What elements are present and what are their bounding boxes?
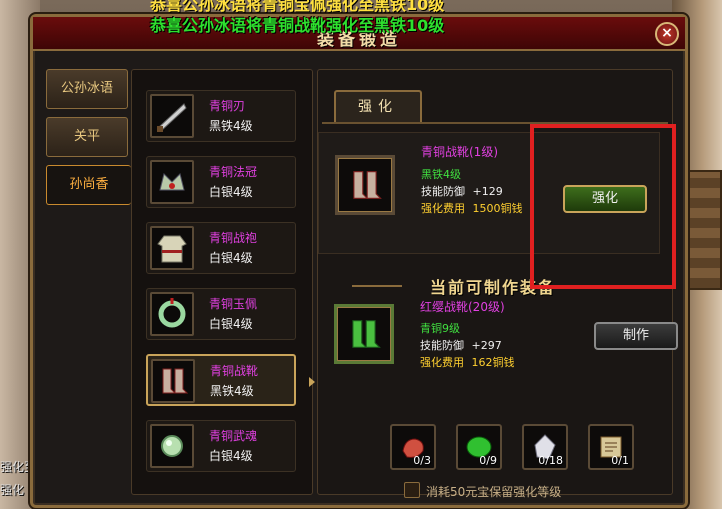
current-equipment-grade: 黑铁4级 [421, 168, 461, 181]
current-equipment-name: 青铜战靴(1级) [421, 145, 498, 159]
character-tab-2[interactable]: 关平 [46, 117, 128, 157]
close-button[interactable]: × [655, 22, 679, 46]
tab-divider [322, 122, 668, 124]
character-tab-1[interactable]: 公孙冰语 [46, 69, 128, 109]
green-boots-icon [334, 304, 394, 364]
blade-icon [150, 94, 194, 138]
craft-button[interactable]: 制作 [594, 322, 678, 350]
selection-arrow [309, 377, 315, 387]
crown-icon [150, 160, 194, 204]
item-name: 青铜刃 [209, 99, 246, 113]
item-name: 青铜法冠 [209, 165, 258, 179]
current-cost: 强化费用 1500铜钱 [421, 200, 523, 216]
item-name: 青铜战袍 [209, 231, 258, 245]
stat-value: +297 [471, 339, 502, 352]
cost-label: 强化费用 [420, 356, 464, 369]
crystal-icon[interactable]: 0/18 [522, 424, 568, 470]
equipment-list: 青铜刃 黑铁4级 青铜法冠 白银4级 青铜战袍 白银4级 青铜玉佩 白银4级 青… [131, 69, 313, 495]
jade-pendant-icon [150, 292, 194, 336]
announcement-banner: 恭喜公孙冰语将青铜战靴强化至黑铁10级 [150, 16, 445, 35]
stat-label: 技能防御 [420, 339, 464, 352]
cost-value: 1500铜钱 [472, 202, 523, 215]
item-grade: 黑铁4级 [210, 384, 254, 398]
strengthen-button[interactable]: 强化 [563, 185, 647, 213]
preserve-level-checkbox[interactable] [404, 482, 420, 498]
material-count: 0/9 [479, 454, 497, 467]
material-count: 0/1 [611, 454, 629, 467]
forge-window: 装备锻造 × 公孙冰语 关平 孙尚香 青铜刃 黑铁4级 青铜法冠 白银4级 青铜… [30, 14, 688, 508]
scroll-icon[interactable]: 0/1 [588, 424, 634, 470]
preserve-level-label: 消耗50元宝保留强化等级 [426, 485, 562, 499]
cost-value: 162铜钱 [471, 356, 515, 369]
item-name: 青铜武魂 [209, 429, 258, 443]
material-count: 0/18 [538, 454, 563, 467]
craftable-cost: 强化费用 162铜钱 [420, 354, 515, 370]
boots-icon [151, 359, 195, 403]
item-grade: 白银4级 [209, 449, 253, 463]
robe-icon [150, 226, 194, 270]
forge-panel: 强化 青铜战靴(1级) 黑铁4级 技能防御 +129 强化费用 1500铜钱 强… [317, 69, 678, 499]
equipment-item[interactable]: 青铜刃 黑铁4级 [146, 90, 296, 142]
item-grade: 白银4级 [209, 317, 253, 331]
current-equipment-box: 青铜战靴(1级) 黑铁4级 技能防御 +129 强化费用 1500铜钱 强化 [318, 132, 660, 254]
red-ore-icon[interactable]: 0/3 [390, 424, 436, 470]
item-grade: 白银4级 [209, 185, 253, 199]
current-stat: 技能防御 +129 [421, 183, 503, 199]
craftable-grade: 青铜9级 [420, 322, 460, 335]
character-tab-3[interactable]: 孙尚香 [46, 165, 131, 205]
cost-label: 强化费用 [421, 202, 465, 215]
equipment-item[interactable]: 青铜武魂 白银4级 [146, 420, 296, 472]
stat-value: +129 [472, 185, 503, 198]
equipment-item[interactable]: 青铜法冠 白银4级 [146, 156, 296, 208]
orb-icon [150, 424, 194, 468]
craftable-stat: 技能防御 +297 [420, 337, 502, 353]
equipment-item[interactable]: 青铜战袍 白银4级 [146, 222, 296, 274]
craftable-name: 红缨战靴(20级) [420, 300, 505, 314]
item-name: 青铜玉佩 [209, 297, 258, 311]
equipment-item[interactable]: 青铜玉佩 白银4级 [146, 288, 296, 340]
item-name: 青铜战靴 [210, 364, 259, 378]
boots-icon [335, 155, 395, 215]
item-grade: 黑铁4级 [209, 119, 253, 133]
craftable-section-title: 当前可制作装备 [429, 278, 556, 297]
green-jade-icon[interactable]: 0/9 [456, 424, 502, 470]
tab-strengthen[interactable]: 强化 [334, 90, 422, 122]
stat-label: 技能防御 [421, 185, 465, 198]
material-count: 0/3 [413, 454, 431, 467]
item-grade: 白银4级 [209, 251, 253, 265]
equipment-item-selected[interactable]: 青铜战靴 黑铁4级 [146, 354, 296, 406]
